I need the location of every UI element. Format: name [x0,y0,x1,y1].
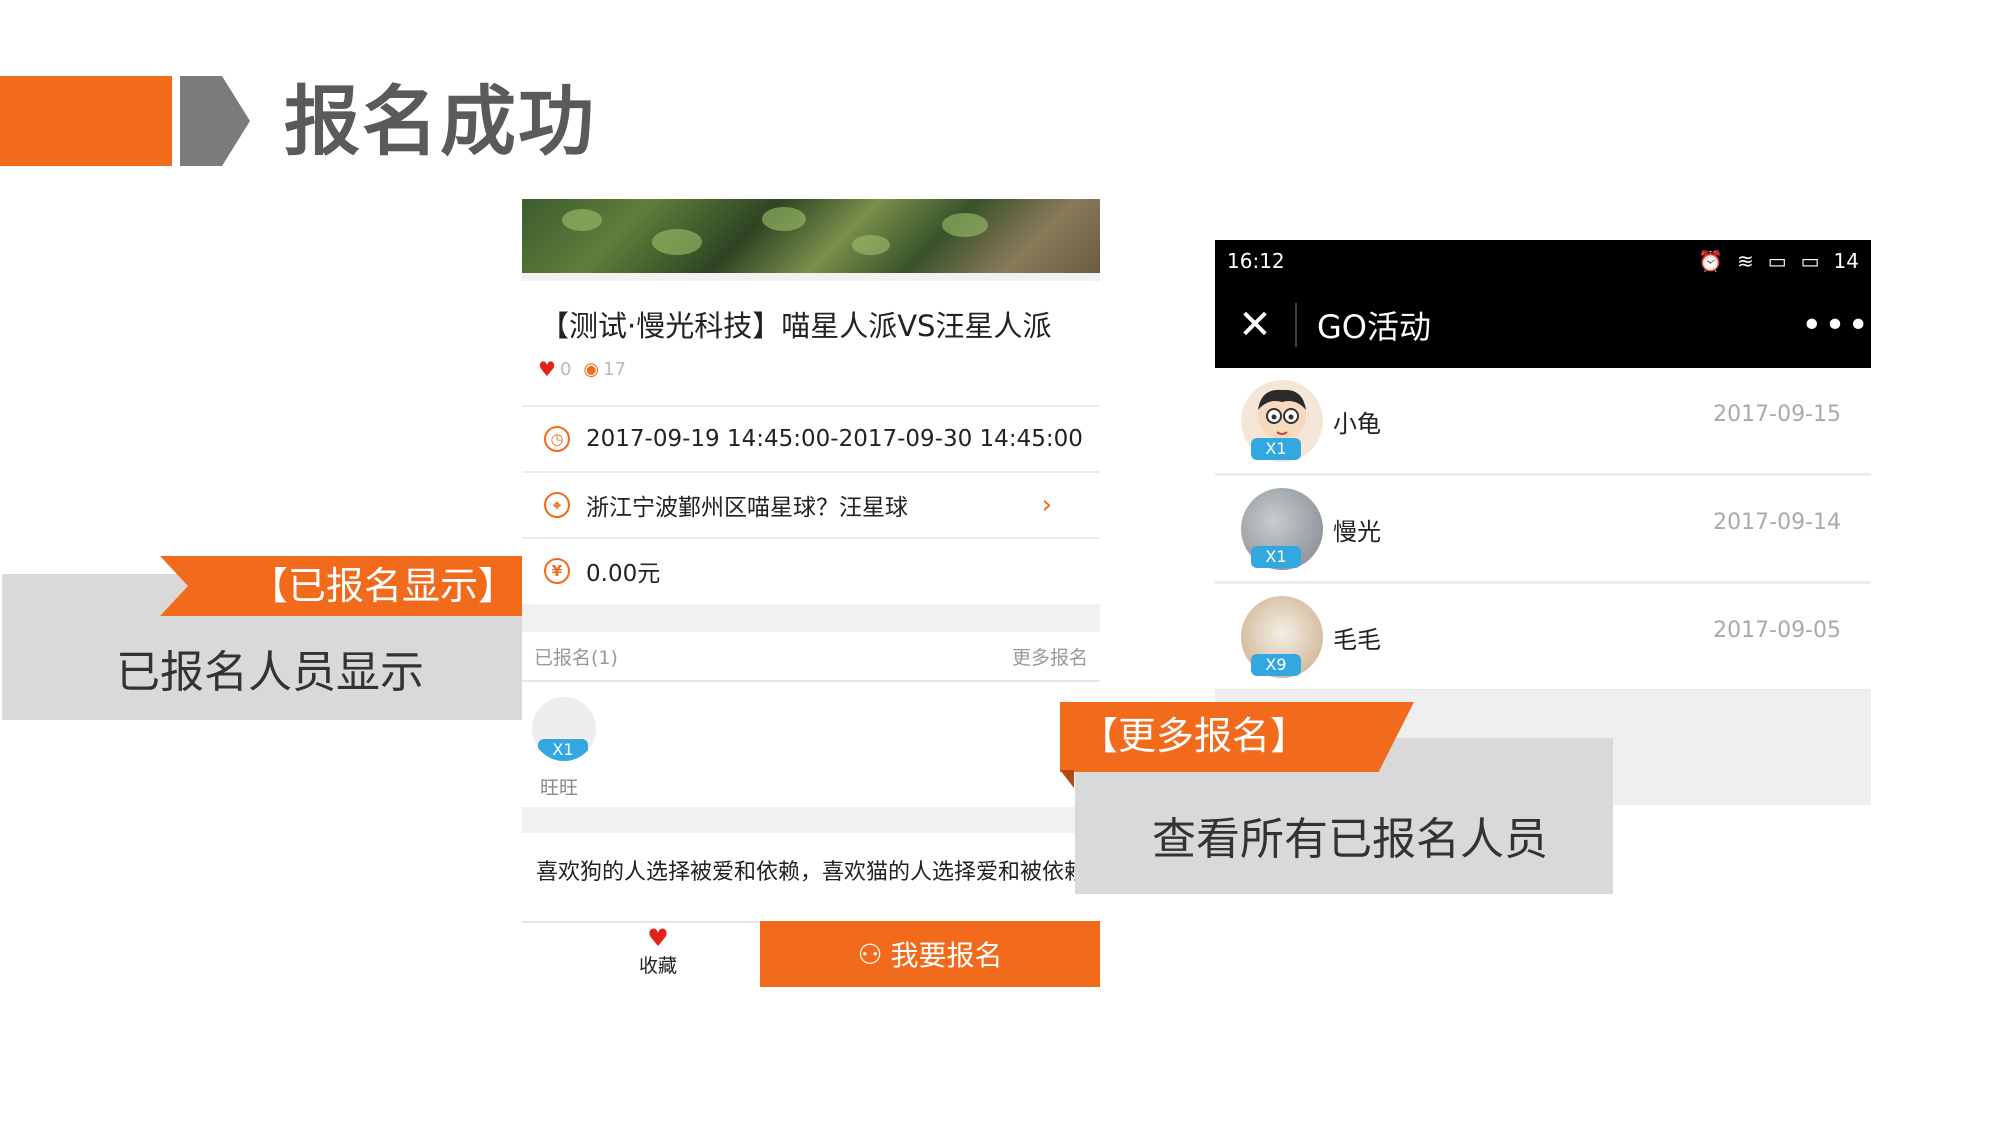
event-stats: ♥ 0 ◉ 17 [538,357,626,381]
list-item[interactable]: X9 毛毛 2017-09-05 [1215,584,1871,692]
header-arrow-shape [180,76,250,166]
favorite-button[interactable]: ♥ 收藏 [618,925,698,978]
event-price-row: ¥ 0.00元 [522,537,1100,603]
header-accent-bar [0,76,172,166]
chevron-right-icon: › [1041,490,1052,520]
signup-date: 2017-09-15 [1713,402,1841,427]
callout-right-tag: 【更多报名】 [1080,714,1309,758]
heart-icon: ♥ [647,924,669,952]
quantity-badge: X1 [538,739,588,761]
callout-left-tag: 【已报名显示】 [250,564,517,608]
status-bar: 16:12 ⏰ ≋ ▭ ▭ 14 [1215,240,1871,282]
signup-date: 2017-09-14 [1713,510,1841,535]
close-icon[interactable]: ✕ [1215,282,1295,368]
callout-right-text: 查看所有已报名人员 [1152,814,1548,865]
more-registrations-link[interactable]: 更多报名 [1012,643,1088,670]
slide-title: 报名成功 [284,77,596,166]
divider [522,273,1100,281]
sim-icon: ▭ [1767,249,1787,273]
status-time: 16:12 [1227,249,1285,273]
wifi-icon: ≋ [1736,249,1754,273]
attendee-name: 小龟 [1333,410,1381,438]
heart-icon: ♥ [538,357,556,381]
clock-icon: ◷ [544,426,570,452]
alarm-icon: ⏰ [1698,249,1723,273]
nav-divider [1295,303,1297,347]
battery-icon: ▭ [1800,249,1820,273]
event-detail-screen: 【测试·慢光科技】喵星人派VS汪星人派 ♥ 0 ◉ 17 ◷ 2017-09-1… [522,199,1100,989]
quantity-badge: X1 [1251,546,1301,568]
user-icon: ⚇ [857,937,883,971]
event-location-row[interactable]: ⌖ 浙江宁波鄞州区喵星球？汪星球 › [522,471,1100,537]
battery-level: 14 [1833,249,1859,273]
attendee-name: 旺旺 [540,777,579,799]
event-cover-image [522,199,1100,273]
nav-bar: ✕ GO活动 ••• [1215,282,1871,368]
quantity-badge: X1 [1251,438,1301,460]
section-divider [522,604,1100,632]
quantity-badge: X9 [1251,654,1301,676]
list-item[interactable]: X1 小龟 2017-09-15 [1215,368,1871,476]
avatar[interactable]: X1 [532,697,596,761]
event-time-row: ◷ 2017-09-19 14:45:00-2017-09-30 14:45:0… [522,405,1100,471]
join-button[interactable]: ⚇ 我要报名 [760,921,1100,987]
event-price: 0.00元 [586,561,661,587]
more-dots-icon[interactable]: ••• [1801,305,1871,346]
view-count: 17 [603,358,627,380]
event-description: 喜欢狗的人选择被爱和依赖，喜欢猫的人选择爱和被依赖 [536,860,1087,885]
section-divider [522,807,1100,833]
favorite-label: 收藏 [638,955,677,977]
join-label: 我要报名 [890,939,1003,972]
signup-date: 2017-09-05 [1713,618,1841,643]
attendee-name: 毛毛 [1333,626,1381,654]
event-location: 浙江宁波鄞州区喵星球？汪星球 [586,495,908,521]
list-item[interactable]: X1 慢光 2017-09-14 [1215,476,1871,584]
location-pin-icon: ⌖ [544,492,570,518]
event-title: 【测试·慢光科技】喵星人派VS汪星人派 [540,309,1052,343]
eye-icon: ◉ [583,358,600,380]
like-count: 0 [559,358,572,380]
nav-title: GO活动 [1317,308,1431,346]
registered-header: 已报名(1) 更多报名 [522,632,1100,682]
attendee-name: 慢光 [1333,518,1381,546]
callout-left-text: 已报名人员显示 [116,647,424,698]
yen-icon: ¥ [544,558,570,584]
registered-count-label: 已报名(1) [534,646,618,669]
event-time: 2017-09-19 14:45:00-2017-09-30 14:45:00 [586,426,1083,452]
